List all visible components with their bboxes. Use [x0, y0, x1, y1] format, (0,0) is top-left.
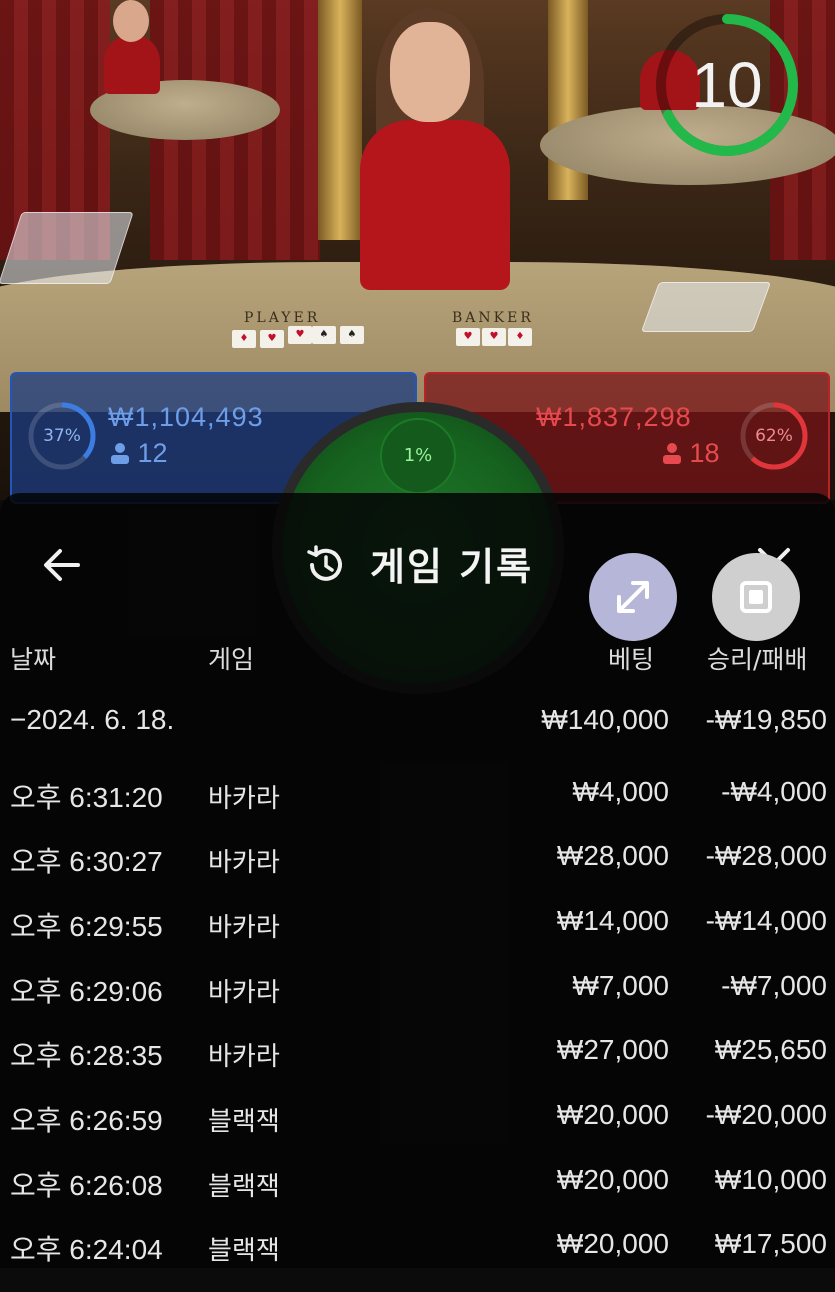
playing-card: ♥ [482, 328, 506, 346]
row-game: 블랙잭 [208, 1107, 280, 1137]
playing-card: ♥ [456, 328, 480, 346]
table-row[interactable]: 오후 6:24:04 블랙잭 ₩20,000 ₩17,500 [0, 1228, 835, 1292]
dealer-face [390, 22, 470, 122]
row-result: ₩10,000 [714, 1164, 827, 1195]
row-time: 오후 6:28:35 [10, 1040, 163, 1071]
history-clock-icon [303, 543, 347, 587]
column-header-date: 날짜 [10, 645, 57, 674]
row-time: 오후 6:26:08 [10, 1170, 163, 1201]
row-bet: ₩14,000 [556, 905, 669, 936]
expand-icon [617, 581, 649, 613]
table-row[interactable]: 오후 6:31:20 바카라 ₩4,000 -₩4,000 [0, 776, 835, 840]
column-header-result: 승리/패배 [707, 645, 808, 674]
row-result: -₩28,000 [705, 840, 827, 871]
player-table-label: PLAYER [244, 310, 321, 326]
row-time: 오후 6:29:55 [10, 911, 163, 942]
row-time: 오후 6:31:20 [10, 782, 163, 813]
banker-table-label: BANKER [452, 310, 534, 326]
row-time: 오후 6:24:04 [10, 1234, 163, 1265]
row-result: -₩14,000 [705, 905, 827, 936]
row-bet: ₩7,000 [572, 970, 670, 1001]
card-shoe [0, 212, 134, 284]
column-header-bet: 베팅 [608, 645, 655, 674]
row-bet: ₩20,000 [556, 1099, 669, 1130]
table-row[interactable]: 오후 6:26:08 블랙잭 ₩20,000 ₩10,000 [0, 1164, 835, 1228]
player-count-value: 12 [137, 438, 168, 468]
row-game: 바카라 [208, 978, 280, 1008]
row-game: 블랙잭 [208, 1236, 280, 1266]
row-result: -₩7,000 [721, 970, 827, 1001]
person-icon [110, 440, 130, 464]
player-percent: 37% [43, 426, 81, 446]
playing-card: ♦ [232, 330, 256, 348]
summary-result: -₩19,850 [705, 704, 827, 735]
row-result: ₩25,650 [714, 1034, 827, 1065]
row-result: -₩4,000 [721, 776, 827, 807]
summary-date: −2024. 6. 18. [10, 704, 175, 735]
timer-value: 10 [691, 49, 763, 121]
expand-button[interactable] [589, 553, 677, 641]
playing-card: ♦ [508, 328, 532, 346]
countdown-timer: 10 [652, 10, 802, 160]
banker-count-value: 18 [689, 438, 720, 468]
row-game: 바카라 [208, 848, 280, 878]
gold-pillar [318, 0, 362, 240]
row-time: 오후 6:26:59 [10, 1105, 163, 1136]
row-result: ₩17,500 [714, 1228, 827, 1259]
tie-percent: 1% [380, 418, 456, 494]
banker-total-amount: ₩1,837,298 [536, 402, 692, 432]
row-bet: ₩28,000 [556, 840, 669, 871]
table-row[interactable]: 오후 6:29:06 바카라 ₩7,000 -₩7,000 [0, 970, 835, 1034]
row-game: 바카라 [208, 913, 280, 943]
row-game: 바카라 [208, 1042, 280, 1072]
background-dealer [104, 34, 160, 94]
column-header-game: 게임 [208, 645, 255, 674]
row-bet: ₩4,000 [572, 776, 670, 807]
row-game: 바카라 [208, 784, 280, 814]
table-row[interactable]: 오후 6:28:35 바카라 ₩27,000 ₩25,650 [0, 1034, 835, 1098]
playing-card: ♠ [340, 326, 364, 344]
player-percent-ring: 37% [26, 400, 98, 472]
playing-card: ♥ [260, 330, 284, 348]
player-count: 12 [110, 438, 168, 469]
person-icon [662, 440, 682, 464]
background-dealer-head [113, 0, 149, 42]
row-bet: ₩20,000 [556, 1164, 669, 1195]
row-bet: ₩20,000 [556, 1228, 669, 1259]
table-row[interactable]: 오후 6:26:59 블랙잭 ₩20,000 -₩20,000 [0, 1099, 835, 1163]
playing-card: ♠ [312, 326, 336, 344]
banker-percent: 62% [755, 426, 793, 446]
panel-title: 게임 기록 [370, 545, 534, 589]
banker-count: 18 [662, 438, 720, 469]
row-time: 오후 6:29:06 [10, 976, 163, 1007]
table-row[interactable]: 오후 6:29:55 바카라 ₩14,000 -₩14,000 [0, 905, 835, 969]
row-bet: ₩27,000 [556, 1034, 669, 1065]
row-game: 블랙잭 [208, 1172, 280, 1202]
arrow-left-icon[interactable] [40, 545, 84, 585]
table-row[interactable]: 오후 6:30:27 바카라 ₩28,000 -₩28,000 [0, 840, 835, 904]
dealer [360, 120, 510, 290]
fullscreen-toggle-button[interactable] [712, 553, 800, 641]
summary-bet: ₩140,000 [541, 704, 669, 735]
stop-square-icon [740, 581, 772, 613]
card-shoe [640, 282, 772, 332]
player-total-amount: ₩1,104,493 [108, 402, 264, 432]
row-time: 오후 6:30:27 [10, 846, 163, 877]
date-summary-row[interactable]: −2024. 6. 18. ₩140,000 -₩19,850 [0, 704, 835, 768]
row-result: -₩20,000 [705, 1099, 827, 1130]
playing-card: ♥ [288, 326, 312, 344]
banker-percent-ring: 62% [738, 400, 810, 472]
